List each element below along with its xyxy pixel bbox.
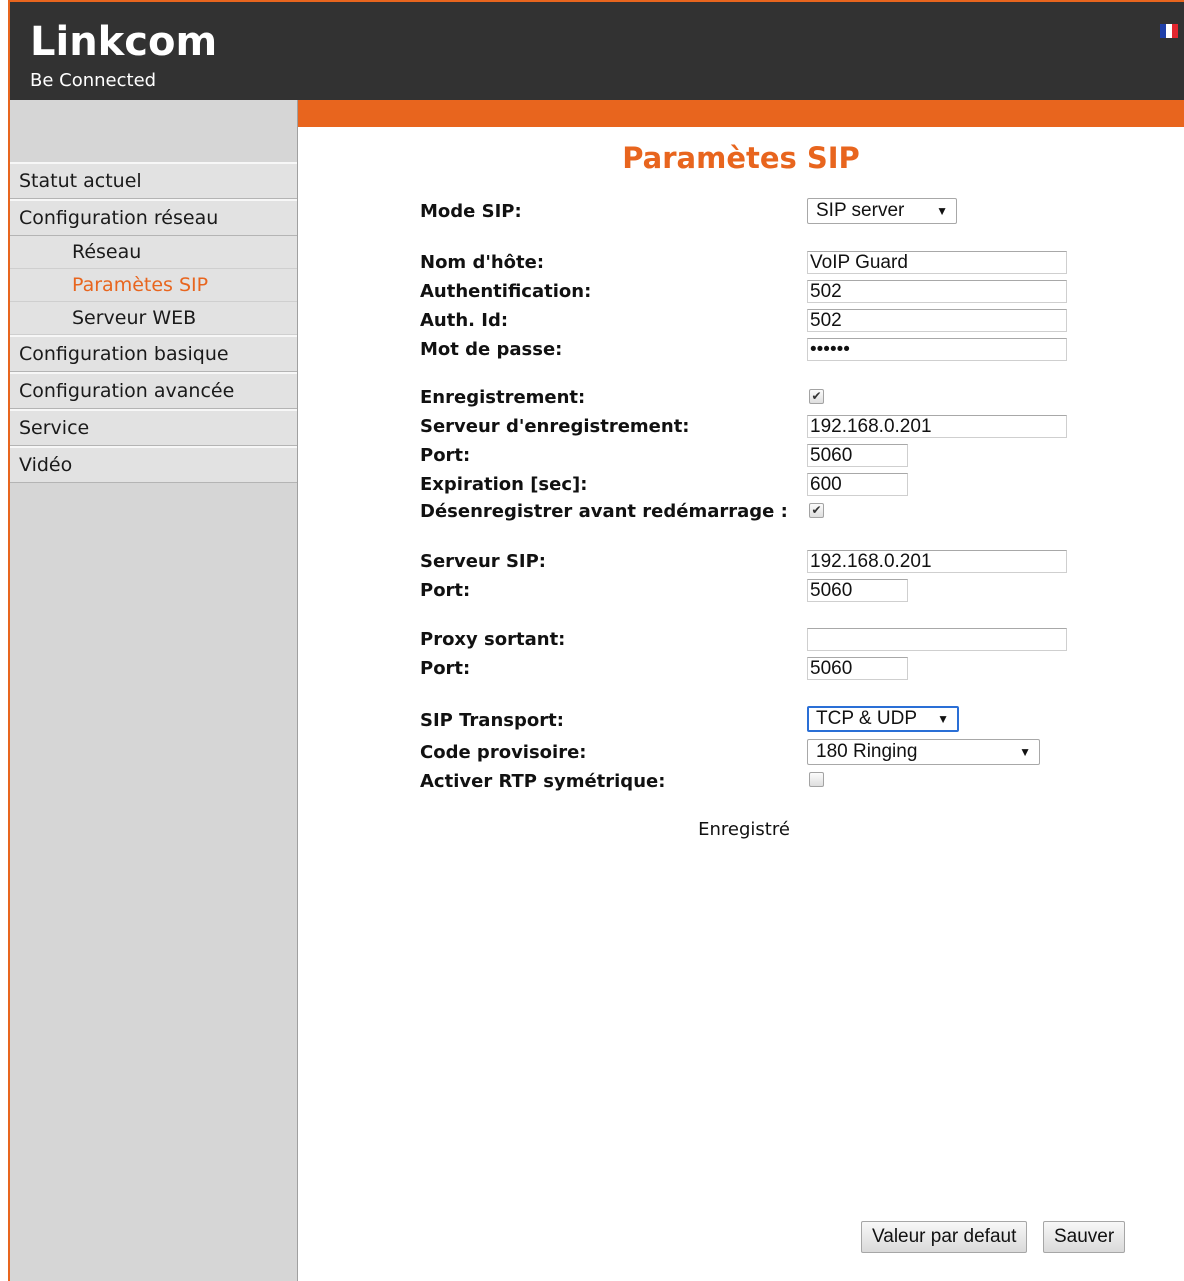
symmetric-rtp-checkbox[interactable] [809, 772, 824, 787]
sip-server-port-label: Port: [420, 580, 471, 601]
hostname-label: Nom d'hôte: [420, 252, 545, 273]
outbound-proxy-label: Proxy sortant: [420, 629, 566, 650]
transport-label: SIP Transport: [420, 710, 564, 731]
registrar-input[interactable] [807, 415, 1067, 438]
sip-server-port-input[interactable] [807, 579, 908, 602]
expiration-input[interactable] [807, 473, 908, 496]
menu-item-statut-actuel[interactable]: Statut actuel [10, 162, 297, 199]
header: Linkcom Be Connected [8, 0, 1184, 100]
sidebar: Statut actuel Configuration réseau Résea… [10, 100, 298, 1281]
brand-tagline: Be Connected [30, 70, 157, 91]
password-label: Mot de passe: [420, 339, 563, 360]
transport-select[interactable]: TCP & UDP ▼ [807, 706, 959, 732]
menu-subitem-reseau[interactable]: Réseau [10, 236, 297, 269]
provisional-code-label: Code provisoire: [420, 742, 587, 763]
auth-id-label: Auth. Id: [420, 310, 509, 331]
mode-sip-select[interactable]: SIP server ▼ [807, 198, 957, 224]
sidebar-menu: Statut actuel Configuration réseau Résea… [10, 162, 297, 483]
provisional-code-select[interactable]: 180 Ringing ▼ [807, 739, 1040, 765]
chevron-down-icon: ▼ [937, 712, 949, 726]
menu-item-service[interactable]: Service [10, 409, 297, 446]
provisional-code-value: 180 Ringing [816, 741, 918, 762]
symmetric-rtp-label: Activer RTP symétrique: [420, 771, 666, 792]
page-title: Paramètes SIP [622, 141, 860, 175]
authentication-input[interactable] [807, 280, 1067, 303]
authentication-label: Authentification: [420, 281, 592, 302]
transport-value: TCP & UDP [816, 708, 918, 729]
brand-logo: Linkcom [30, 19, 218, 65]
registrar-port-input[interactable] [807, 444, 908, 467]
mode-sip-label: Mode SIP: [420, 201, 522, 222]
expiration-label: Expiration [sec]: [420, 474, 588, 495]
menu-item-video[interactable]: Vidéo [10, 446, 297, 483]
sip-server-label: Serveur SIP: [420, 551, 546, 572]
checkmark-icon: ✔ [811, 389, 822, 403]
menu-subitem-parametres-sip[interactable]: Paramètes SIP [10, 269, 297, 302]
registration-label: Enregistrement: [420, 387, 586, 408]
menu-item-configuration-basique[interactable]: Configuration basique [10, 335, 297, 372]
outbound-proxy-port-label: Port: [420, 658, 471, 679]
outbound-proxy-port-input[interactable] [807, 657, 908, 680]
save-button[interactable]: Sauver [1043, 1221, 1126, 1253]
sip-server-input[interactable] [807, 550, 1067, 573]
status-message: Enregistré [698, 819, 790, 840]
registrar-port-label: Port: [420, 445, 471, 466]
chevron-down-icon: ▼ [1019, 745, 1031, 759]
password-input[interactable] [807, 338, 1067, 361]
auth-id-input[interactable] [807, 309, 1067, 332]
unregister-reboot-checkbox[interactable]: ✔ [809, 503, 824, 518]
unregister-reboot-label: Désenregistrer avant redémarrage : [420, 501, 788, 522]
outbound-proxy-input[interactable] [807, 628, 1067, 651]
default-values-button[interactable]: Valeur par defaut [861, 1221, 1028, 1253]
hostname-input[interactable] [807, 251, 1067, 274]
accent-bar [298, 100, 1184, 127]
registrar-label: Serveur d'enregistrement: [420, 416, 690, 437]
menu-item-configuration-reseau[interactable]: Configuration réseau [10, 199, 297, 236]
menu-subitem-serveur-web[interactable]: Serveur WEB [10, 302, 297, 335]
chevron-down-icon: ▼ [936, 204, 948, 218]
registration-checkbox[interactable]: ✔ [809, 389, 824, 404]
checkmark-icon: ✔ [811, 503, 822, 517]
french-flag-icon[interactable] [1160, 24, 1178, 38]
mode-sip-value: SIP server [816, 200, 905, 221]
menu-item-configuration-avancee[interactable]: Configuration avancée [10, 372, 297, 409]
